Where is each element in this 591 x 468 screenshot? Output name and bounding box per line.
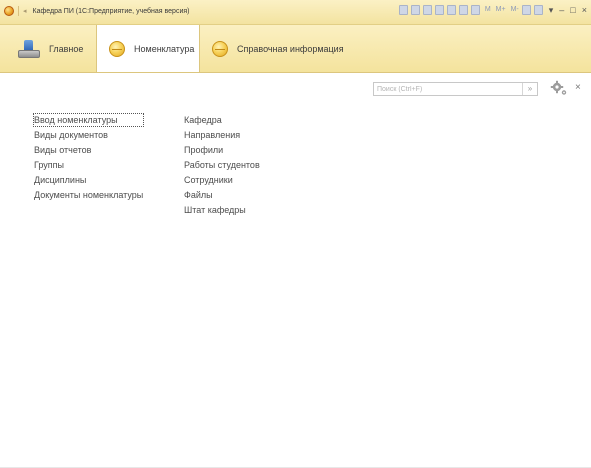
command-student-works[interactable]: Работы студентов <box>184 159 260 171</box>
close-panel-button[interactable]: × <box>575 82 581 94</box>
section-nomenclature[interactable]: Номенклатура <box>96 25 200 72</box>
command-nomenclature-documents[interactable]: Документы номенклатуры <box>34 189 143 201</box>
search-go-button[interactable]: » <box>522 83 537 95</box>
command-report-types[interactable]: Виды отчетов <box>34 144 143 156</box>
close-window-button[interactable]: × <box>582 5 587 15</box>
preview-icon[interactable] <box>422 5 432 15</box>
section-main-label: Главное <box>49 43 84 54</box>
section-nomenclature-label: Номенклатура <box>134 43 195 54</box>
command-department[interactable]: Кафедра <box>184 114 260 126</box>
favorites-icon[interactable] <box>434 5 444 15</box>
memory-button[interactable]: M <box>485 5 491 15</box>
search-box: » <box>373 82 538 96</box>
command-directions[interactable]: Направления <box>184 129 260 141</box>
titlebar-toolbar: M M+ M- ▾ – □ × <box>396 5 587 15</box>
command-nomenclature-input[interactable]: Ввод номенклатуры <box>32 113 145 127</box>
memory-plus-button[interactable]: M+ <box>496 5 506 15</box>
calendar-icon[interactable] <box>470 5 480 15</box>
commands-column-1: Ввод номенклатуры Виды документов Виды о… <box>32 113 145 204</box>
command-files[interactable]: Файлы <box>184 189 260 201</box>
gear-icon[interactable] <box>550 80 568 96</box>
titlebar-left: ◂ Кафедра ПИ (1С:Предприятие, учебная ве… <box>4 6 190 16</box>
app-logo-icon[interactable] <box>4 6 14 16</box>
command-profiles[interactable]: Профили <box>184 144 260 156</box>
search-input[interactable] <box>374 83 523 95</box>
command-groups[interactable]: Группы <box>34 159 143 171</box>
window-titlebar: ◂ Кафедра ПИ (1С:Предприятие, учебная ве… <box>0 0 591 25</box>
window-title: Кафедра ПИ (1С:Предприятие, учебная верс… <box>32 7 190 15</box>
commands-column-2: Кафедра Направления Профили Работы студе… <box>184 114 260 219</box>
yellow-ball-icon <box>109 40 125 57</box>
section-main[interactable]: Главное <box>0 25 96 72</box>
window-layout-icon[interactable] <box>521 5 531 15</box>
command-disciplines[interactable]: Дисциплины <box>34 174 143 186</box>
minimize-button[interactable]: – <box>559 5 564 15</box>
section-reference-info-label: Справочная информация <box>237 43 344 54</box>
info-icon[interactable] <box>533 5 543 15</box>
back-arrow-icon[interactable]: ◂ <box>23 7 27 15</box>
table-icon[interactable] <box>458 5 468 15</box>
command-employees[interactable]: Сотрудники <box>184 174 260 186</box>
section-reference-info[interactable]: Справочная информация <box>200 25 360 72</box>
maximize-button[interactable]: □ <box>570 5 575 15</box>
history-icon[interactable] <box>446 5 456 15</box>
sections-panel: Главное Номенклатура Справочная информац… <box>0 25 591 73</box>
dropdown-arrow-icon[interactable]: ▾ <box>549 5 554 15</box>
memory-minus-button[interactable]: M- <box>511 5 519 15</box>
save-icon[interactable] <box>398 5 408 15</box>
command-document-types[interactable]: Виды документов <box>34 129 143 141</box>
command-department-staff[interactable]: Штат кафедры <box>184 204 260 216</box>
titlebar-separator <box>18 6 19 16</box>
yellow-ball-icon <box>212 40 228 57</box>
home-desk-icon <box>18 39 40 58</box>
print-icon[interactable] <box>410 5 420 15</box>
